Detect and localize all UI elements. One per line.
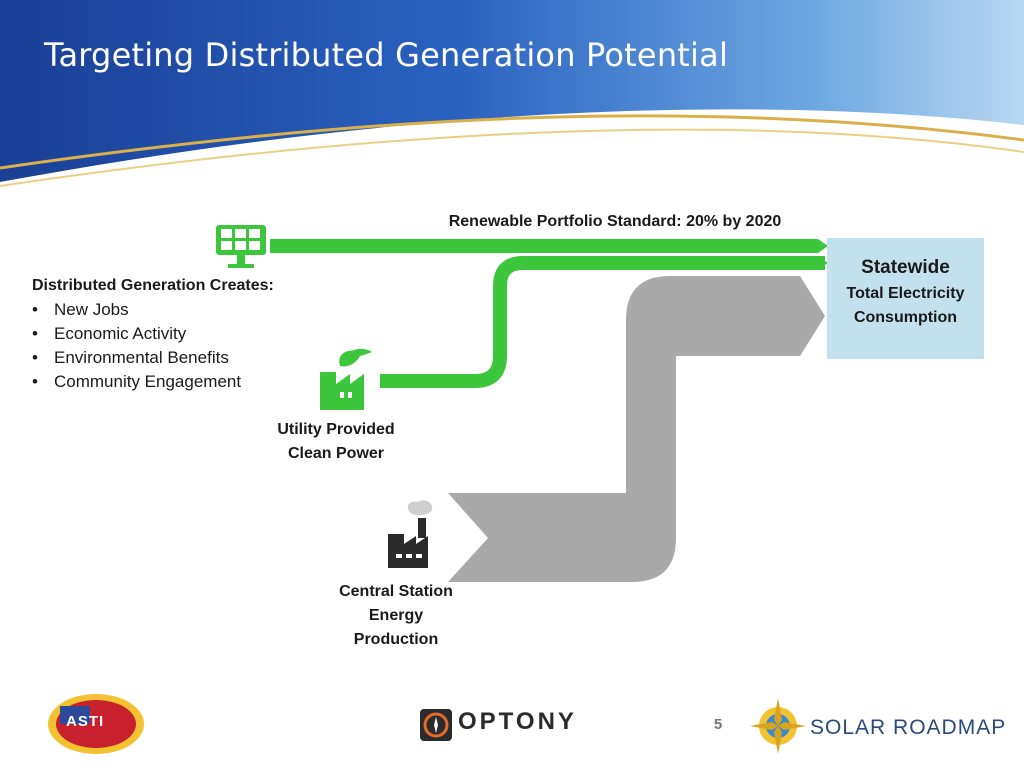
distributed-generation-heading: Distributed Generation Creates: [32,277,274,294]
rps-flow [270,239,828,253]
green-factory-icon [320,348,372,410]
statewide-title: Statewide [861,257,950,278]
page-number: 5 [713,716,723,733]
list-item: • Economic Activity [32,324,187,343]
utility-clean-power-label: Utility Provided Clean Power [277,421,395,462]
list-item: • Community Engagement [32,372,242,391]
central-station-label: Central Station Energy Production [339,583,453,648]
list-item: • Environmental Benefits [32,348,229,367]
smokestack-factory-icon [388,500,433,568]
distributed-generation-list: • New Jobs • Economic Activity • Environmen… [32,298,241,394]
slide: Targeting Distributed Generation Potenti… [0,0,1024,768]
solar-roadmap-logo-icon [750,698,806,754]
solar-roadmap-logo-text: SOLAR ROADMAP [810,716,1007,739]
list-item: • New Jobs [32,300,129,319]
solar-panel-icon [216,225,266,268]
rps-label: Renewable Portfolio Standard: 20% by 202… [448,213,782,230]
statewide-subtitle: Total Electricity Consumption [846,285,965,326]
optony-logo-text: OPTONY [458,708,577,735]
asti-logo-text: ASTI [66,713,105,730]
optony-logo-icon [420,709,452,741]
